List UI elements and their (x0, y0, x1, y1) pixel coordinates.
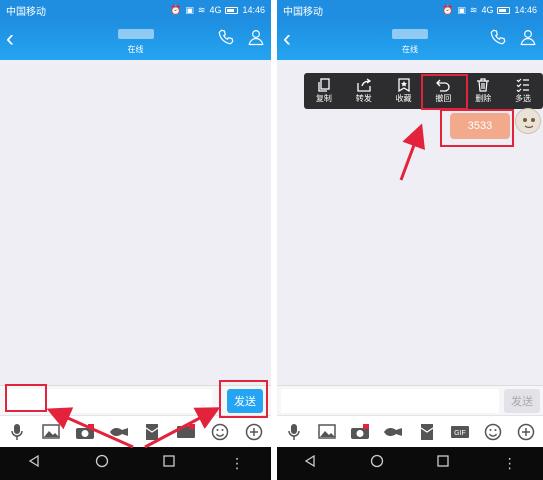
arrow-to-send (144, 407, 221, 449)
arrow-to-message (399, 123, 425, 181)
left-phone-screen: 中国移动 ⏰ ▣ ≋ 4G 14:46 ‹ 在线 发送 ⋮ (0, 0, 271, 480)
annotation-arrows (399, 123, 425, 181)
arrow-to-input (46, 407, 134, 449)
annotation-arrows (46, 407, 221, 449)
right-phone-screen: 中国移动 ⏰ ▣ ≋ 4G 14:46 ‹ 在线 复制 转发 收藏 撤回 删除 … (277, 0, 543, 480)
comparison-screenshot: 中国移动 ⏰ ▣ ≋ 4G 14:46 ‹ 在线 发送 ⋮ 中国移动 ⏰ ▣ ≋… (0, 0, 543, 480)
